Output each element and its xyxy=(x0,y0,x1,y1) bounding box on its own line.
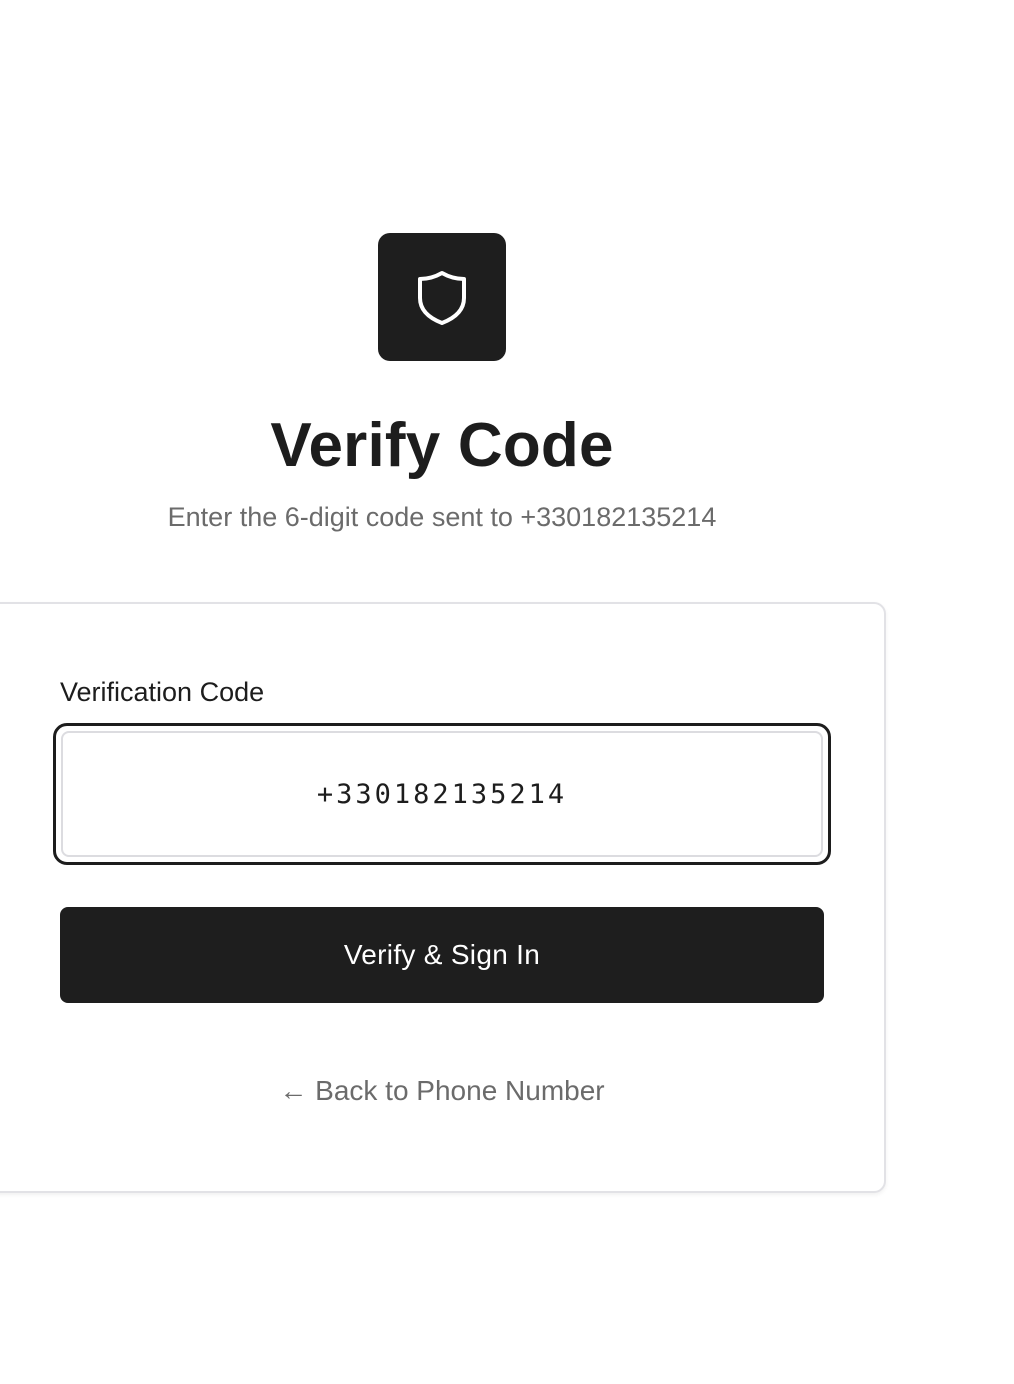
page-title: Verify Code xyxy=(270,411,614,480)
verification-code-label: Verification Code xyxy=(60,677,265,707)
shield-icon xyxy=(418,271,466,325)
page-subtitle: Enter the 6-digit code sent to +33018213… xyxy=(167,502,717,532)
verify-sign-in-button[interactable]: Verify & Sign In xyxy=(60,907,824,1003)
verification-code-input[interactable] xyxy=(61,731,823,857)
back-to-phone-link[interactable]: ← Back to Phone Number xyxy=(0,1073,884,1109)
app-logo xyxy=(378,233,506,361)
verification-code-focus-ring xyxy=(53,723,831,865)
